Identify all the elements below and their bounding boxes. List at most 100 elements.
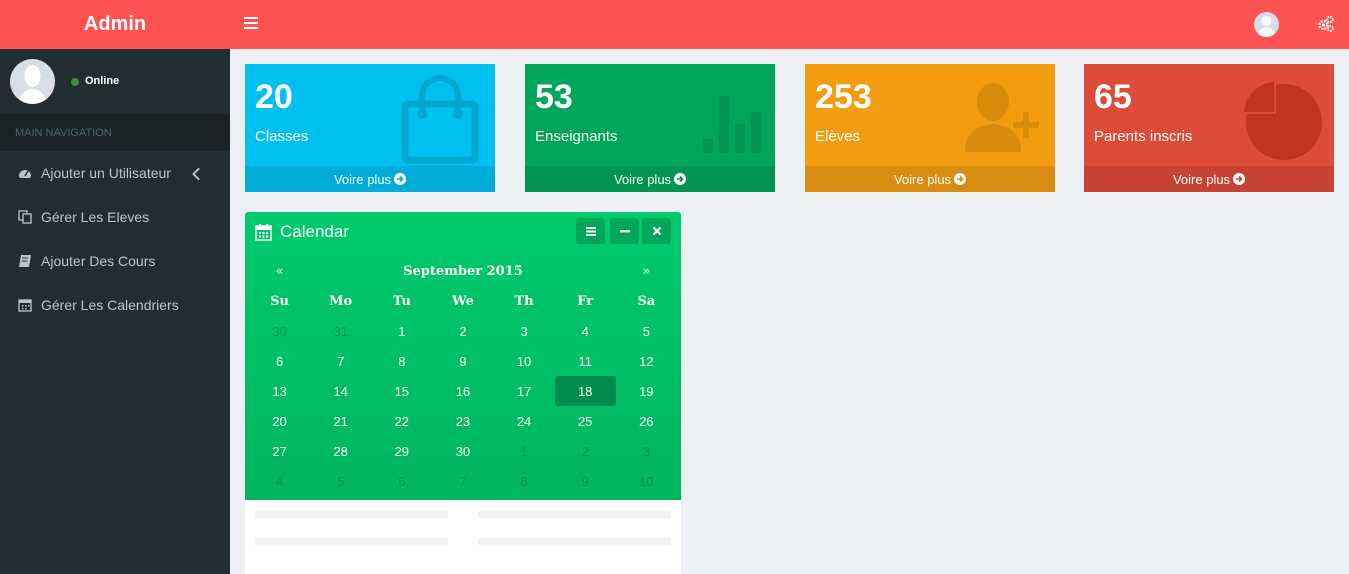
weekday-label: Th (514, 293, 534, 309)
day-cell[interactable]: 5 (310, 466, 371, 496)
more-info-label: Voire plus (1172, 171, 1231, 187)
day-cell[interactable]: 7 (310, 346, 371, 376)
close-button[interactable] (642, 218, 671, 244)
day-cell[interactable]: 1 (494, 436, 555, 466)
more-info-link[interactable]: Voire plus (1084, 166, 1334, 192)
weekday-label: Mo (329, 293, 353, 309)
day-cell[interactable]: 26 (616, 406, 677, 436)
day-cell[interactable]: 12 (616, 346, 677, 376)
day-cell[interactable]: 10 (494, 346, 555, 376)
day-cell[interactable]: 30 (249, 316, 310, 346)
sidebar-item-label: Gérer Les Eleves (41, 209, 150, 225)
sidebar-item-ajouter-cours[interactable]: Ajouter Des Cours (0, 239, 230, 283)
day-cell[interactable]: 24 (494, 406, 555, 436)
gears-icon[interactable] (1317, 15, 1335, 33)
calendar-body: Calendar « September 2015 » Su Mo Tu We … (245, 212, 681, 500)
day-cell[interactable]: 19 (616, 376, 677, 406)
prev-month-button[interactable]: « (249, 256, 310, 286)
arrow-circle-right-icon (394, 173, 407, 185)
more-info-link[interactable]: Voire plus (245, 166, 495, 192)
day-cell[interactable]: 23 (432, 406, 493, 436)
day-cell[interactable]: 30 (432, 436, 493, 466)
chevron-left-icon (192, 167, 200, 181)
stat-box-enseignants: 53 Enseignants Voire plus (525, 64, 775, 192)
sidebar-item-gerer-calendriers[interactable]: Gérer Les Calendriers (0, 283, 230, 327)
day-cell[interactable]: 21 (310, 406, 371, 436)
calendar-icon (18, 299, 32, 312)
progress-placeholder (478, 538, 671, 545)
day-cell[interactable]: 2 (432, 316, 493, 346)
day-cell[interactable]: 9 (555, 466, 616, 496)
day-cell[interactable]: 3 (616, 436, 677, 466)
day-cell[interactable]: 13 (249, 376, 310, 406)
copy-icon (18, 210, 32, 224)
day-cell[interactable]: 16 (432, 376, 493, 406)
week-row: 4 5 6 7 8 9 10 (249, 466, 677, 496)
day-cell[interactable]: 11 (555, 346, 616, 376)
day-cell[interactable]: 7 (432, 466, 493, 496)
user-avatar-top[interactable] (1254, 12, 1279, 37)
day-cell[interactable]: 4 (249, 466, 310, 496)
progress-placeholder (478, 511, 671, 518)
arrow-circle-right-icon (954, 173, 967, 185)
day-cell[interactable]: 29 (371, 436, 432, 466)
sidebar: Online MAIN NAVIGATION Ajouter un Utilis… (0, 49, 230, 574)
sidebar-item-ajouter-utilisateur[interactable]: Ajouter un Utilisateur (0, 151, 230, 195)
day-cell[interactable]: 2 (555, 436, 616, 466)
sidebar-item-gerer-eleves[interactable]: Gérer Les Eleves (0, 195, 230, 239)
progress-placeholder (255, 538, 448, 545)
top-navbar: Admin (0, 0, 1349, 49)
stat-label: Elèves (815, 128, 861, 145)
sidebar-item-label: Gérer Les Calendriers (41, 297, 179, 313)
day-cell[interactable]: 8 (371, 346, 432, 376)
weekday-label: Su (270, 293, 289, 309)
more-info-label: Voire plus (333, 171, 392, 187)
progress-placeholder (255, 511, 448, 518)
stat-value: 53 (535, 78, 573, 116)
week-row: 13 14 15 16 17 18 19 (249, 376, 677, 406)
collapse-button[interactable] (610, 218, 639, 244)
day-cell[interactable]: 6 (249, 346, 310, 376)
brand-logo[interactable]: Admin (0, 0, 230, 49)
user-plus-icon (965, 83, 1039, 152)
stat-box-eleves: 253 Elèves Voire plus (805, 64, 1055, 192)
close-icon (652, 226, 661, 236)
next-month-button[interactable]: » (616, 256, 677, 286)
user-panel: Online (0, 49, 230, 114)
day-cell[interactable]: 10 (616, 466, 677, 496)
day-cell[interactable]: 22 (371, 406, 432, 436)
stat-value: 253 (815, 78, 872, 116)
day-cell[interactable]: 25 (555, 406, 616, 436)
day-cell[interactable]: 20 (249, 406, 310, 436)
day-cell[interactable]: 14 (310, 376, 371, 406)
stat-box-classes: 20 Classes Voire plus (245, 64, 495, 192)
day-cell[interactable]: 27 (249, 436, 310, 466)
day-cell[interactable]: 3 (494, 316, 555, 346)
calendar-widget: Calendar « September 2015 » Su Mo Tu We … (245, 212, 681, 574)
weekday-label: Tu (392, 293, 411, 309)
stat-label: Parents inscris (1094, 128, 1193, 145)
more-info-link[interactable]: Voire plus (805, 166, 1055, 192)
calendar-grid: « September 2015 » Su Mo Tu We Th Fr Sa … (249, 256, 677, 496)
day-cell[interactable]: 1 (371, 316, 432, 346)
day-cell-selected[interactable]: 18 (554, 376, 616, 406)
month-label[interactable]: September 2015 (310, 256, 616, 286)
day-cell[interactable]: 8 (494, 466, 555, 496)
arrow-circle-right-icon (674, 173, 687, 185)
day-cell[interactable]: 9 (432, 346, 493, 376)
day-cell[interactable]: 5 (616, 316, 677, 346)
calendar-menu-button[interactable] (576, 218, 605, 244)
day-cell[interactable]: 4 (555, 316, 616, 346)
weekday-label: We (452, 293, 474, 309)
calendar-header: Calendar (255, 222, 349, 242)
sidebar-item-label: Ajouter un Utilisateur (41, 165, 171, 181)
day-cell[interactable]: 15 (371, 376, 432, 406)
day-cell[interactable]: 31 (310, 316, 371, 346)
nav-header: MAIN NAVIGATION (0, 114, 230, 151)
more-info-link[interactable]: Voire plus (525, 166, 775, 192)
bars-icon[interactable] (244, 17, 258, 29)
weekday-label: Sa (637, 293, 656, 309)
day-cell[interactable]: 6 (371, 466, 432, 496)
day-cell[interactable]: 17 (494, 376, 555, 406)
day-cell[interactable]: 28 (310, 436, 371, 466)
